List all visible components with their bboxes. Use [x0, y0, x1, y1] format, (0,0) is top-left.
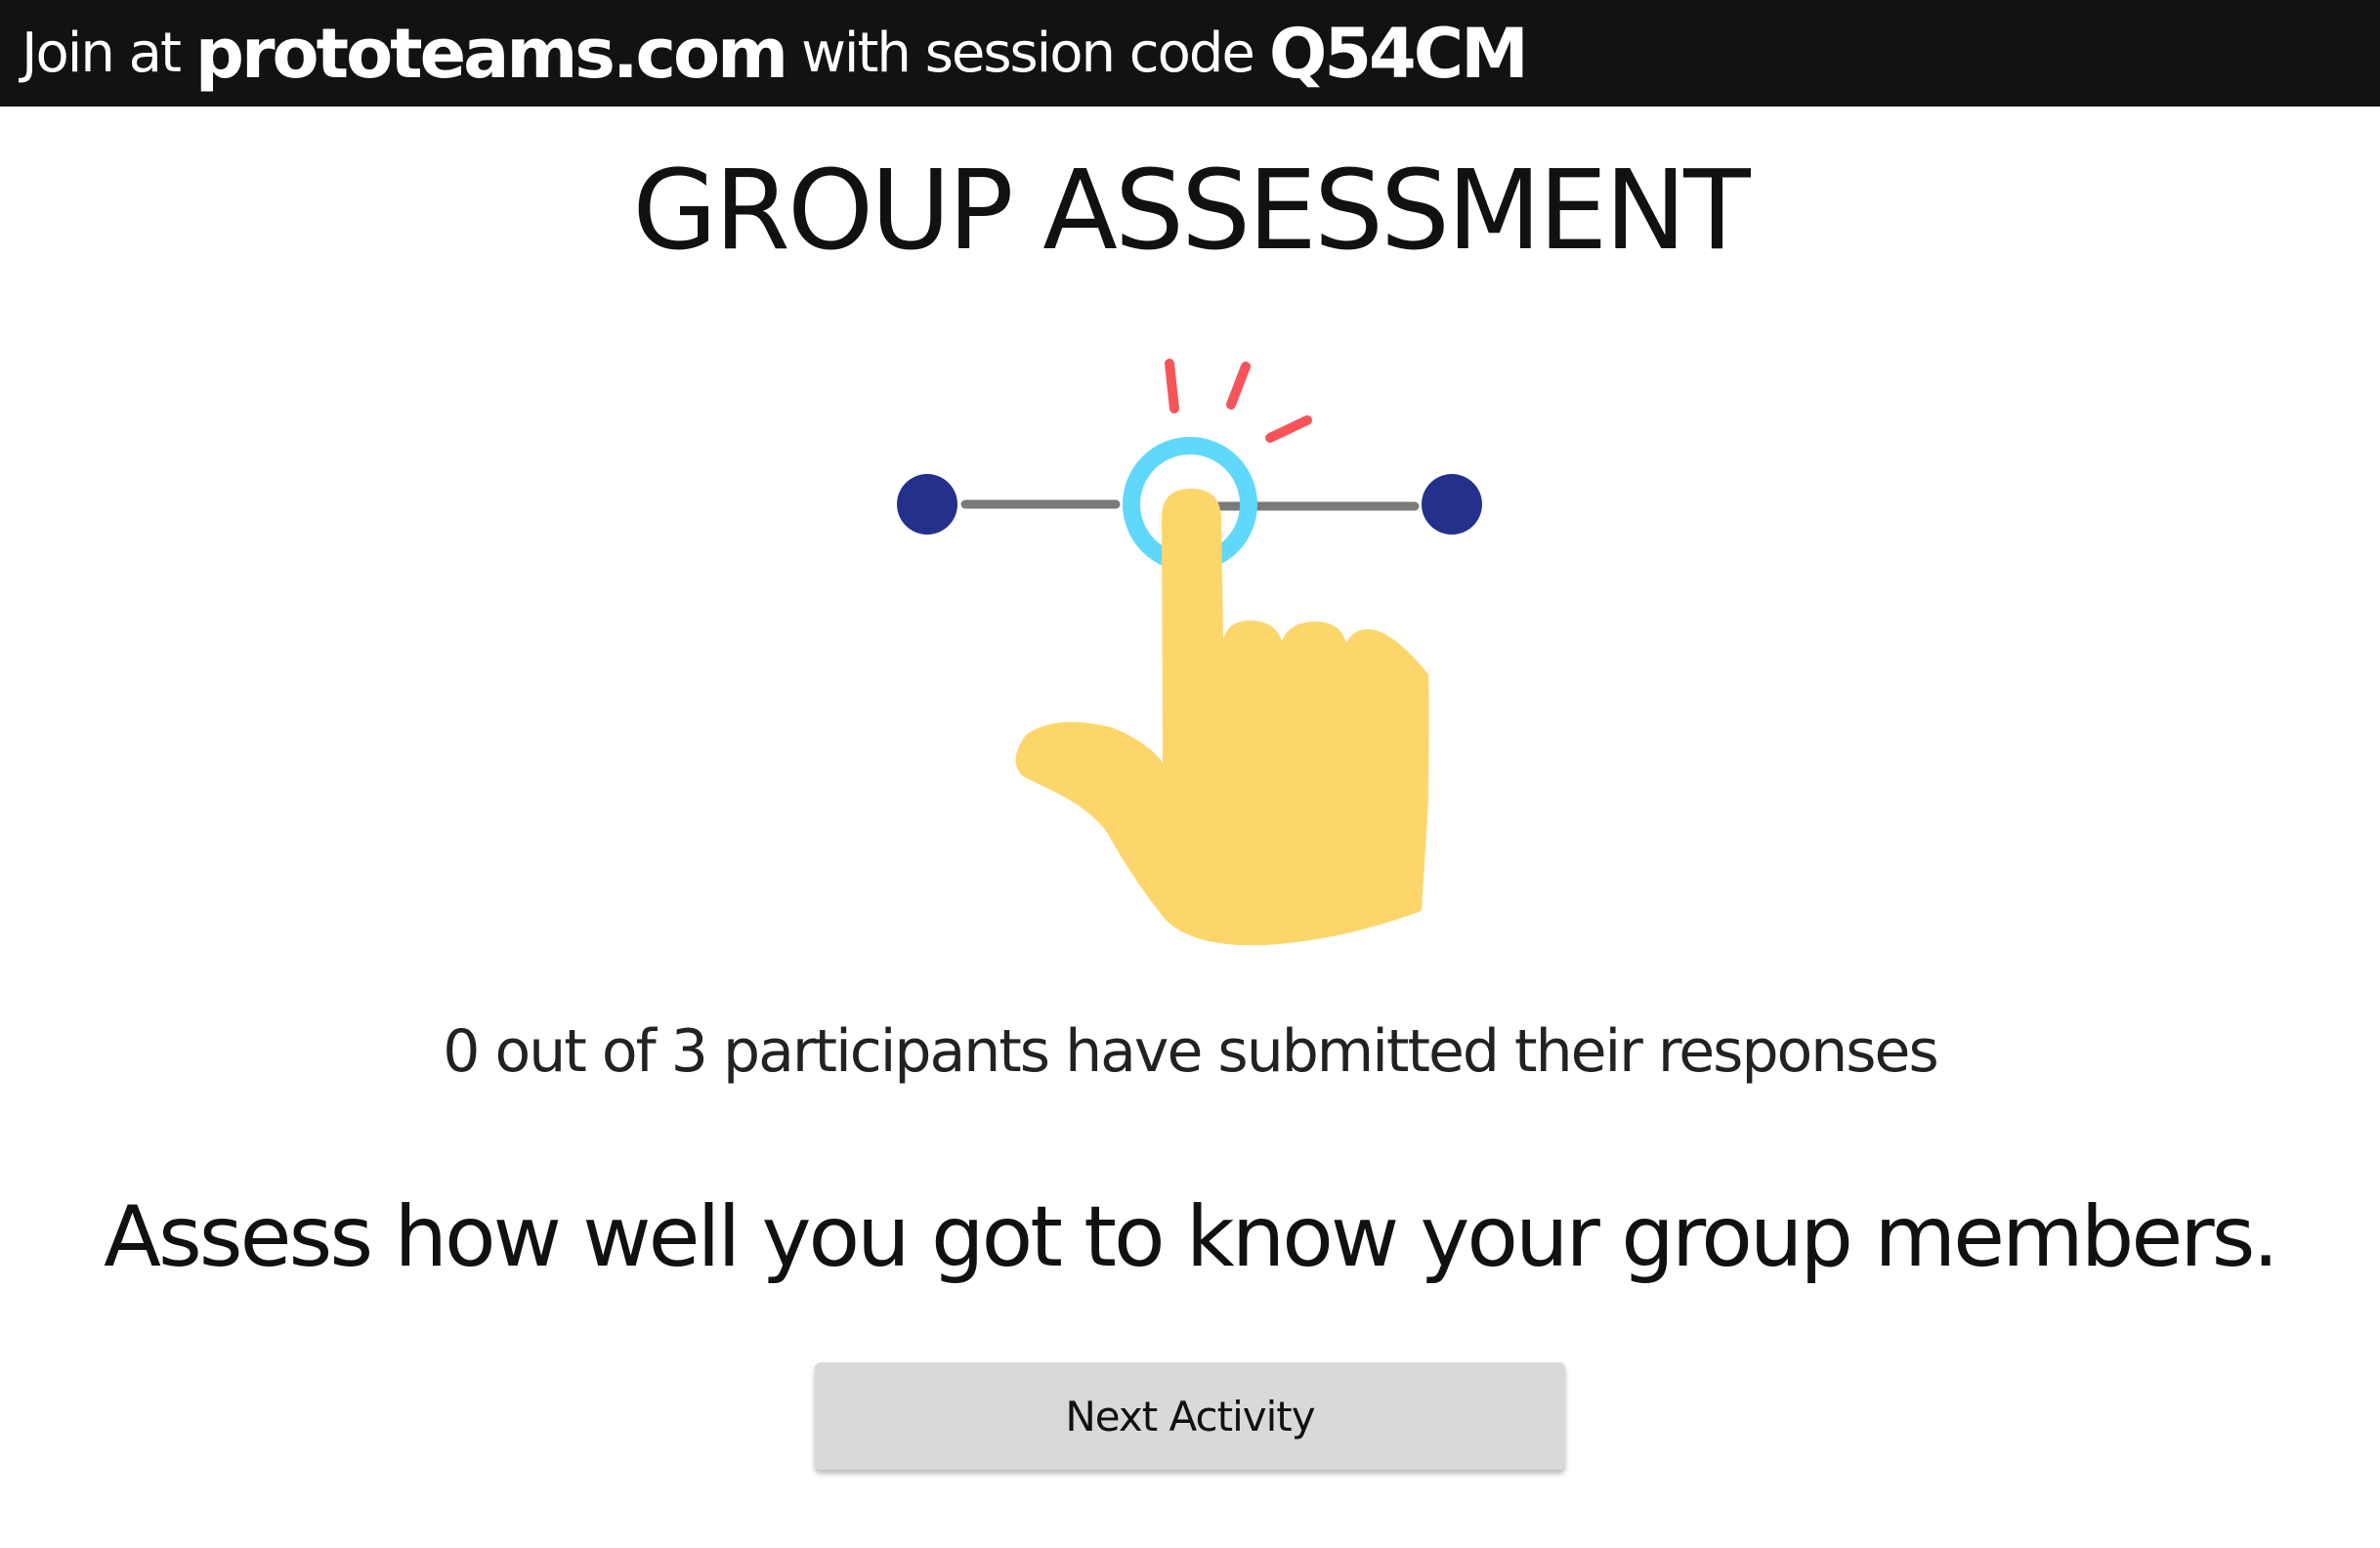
session-code-label: with session code [801, 22, 1255, 85]
spark-line [1226, 362, 1251, 409]
spark-line [1265, 415, 1312, 443]
submission-status: 0 out of 3 participants have submitted t… [443, 1017, 1938, 1086]
page-title: GROUP ASSESSMENT [632, 148, 1750, 275]
site-link[interactable]: prototeams.com [195, 14, 788, 94]
next-activity-button[interactable]: Next Activity [815, 1362, 1565, 1470]
spark-line [1165, 359, 1179, 413]
session-banner: Join at prototeams.com with session code Q5… [0, 0, 2380, 107]
slider-endpoint-right [1422, 474, 1482, 535]
assessment-prompt: Assess how well you got to know your gro… [104, 1188, 2279, 1286]
session-code: Q54CM [1268, 13, 1529, 94]
hand-tapping-slider-icon [879, 342, 1505, 968]
join-prefix-text: Join at [21, 22, 182, 85]
slider-endpoint-left [897, 474, 957, 535]
